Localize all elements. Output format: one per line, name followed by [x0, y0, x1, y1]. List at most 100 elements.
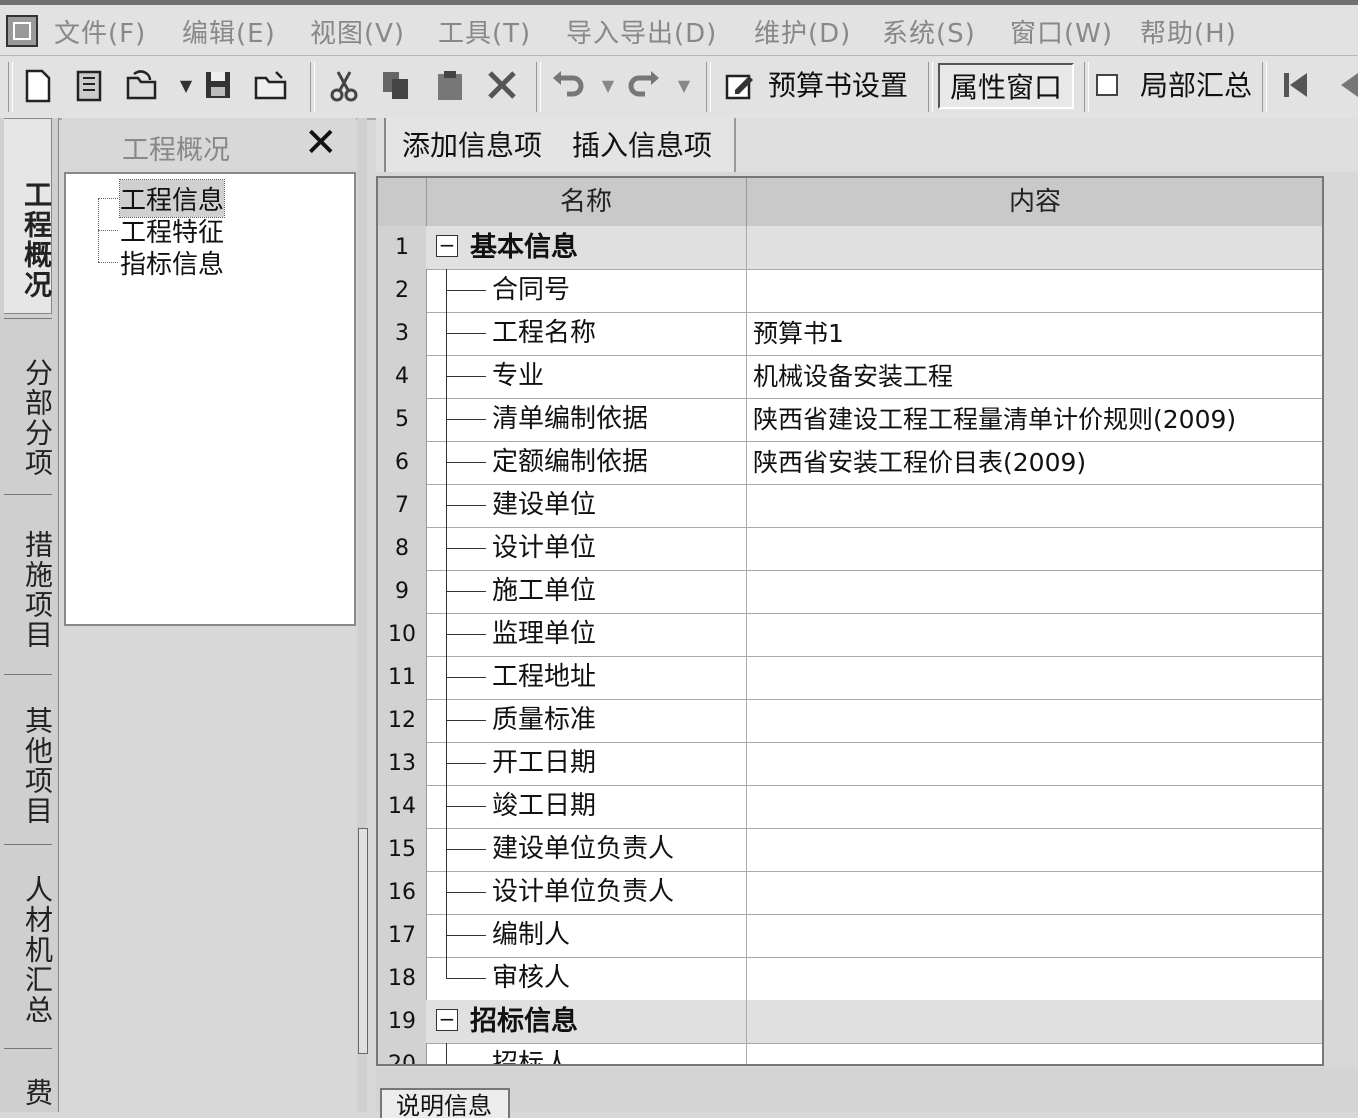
menu-edit[interactable]: 编辑(E) [182, 13, 276, 50]
menu-system[interactable]: 系统(S) [882, 13, 976, 50]
table-row[interactable]: 12 质量标准 [378, 699, 1322, 743]
copy-doc-icon[interactable] [72, 68, 108, 104]
table-row[interactable]: 18 审核人 [378, 957, 1322, 1001]
cell-name[interactable]: 专业 [426, 355, 747, 398]
table-row[interactable]: 11 工程地址 [378, 656, 1322, 700]
tree-item-index-info[interactable]: 指标信息 [120, 244, 224, 281]
close-panel-icon[interactable]: ✕ [304, 120, 338, 166]
cell-content[interactable] [747, 656, 1322, 699]
menu-file[interactable]: 文件(F) [54, 13, 146, 50]
app-icon[interactable] [6, 15, 38, 47]
row-number[interactable]: 13 [378, 742, 427, 785]
row-number[interactable]: 8 [378, 527, 427, 570]
column-header-name[interactable]: 名称 [426, 178, 747, 226]
collapse-toggle-icon[interactable]: − [436, 235, 458, 257]
row-number[interactable]: 16 [378, 871, 427, 914]
table-row[interactable]: 10 监理单位 [378, 613, 1322, 657]
cell-content[interactable] [747, 269, 1322, 312]
cell-name[interactable]: 建设单位负责人 [426, 828, 747, 871]
tab-measures[interactable]: 措施项目 [4, 520, 54, 660]
cell-name[interactable]: 设计单位 [426, 527, 747, 570]
table-row[interactable]: 13 开工日期 [378, 742, 1322, 786]
tab-project-overview[interactable]: 工程概况 [4, 118, 53, 314]
cell-content[interactable] [747, 570, 1322, 613]
table-row[interactable]: 9 施工单位 [378, 570, 1322, 614]
menu-help[interactable]: 帮助(H) [1140, 13, 1237, 50]
cell-name[interactable]: 审核人 [426, 957, 747, 1000]
cell-name[interactable]: 建设单位 [426, 484, 747, 527]
property-window-button[interactable]: 属性窗口 [938, 63, 1075, 109]
row-number[interactable]: 10 [378, 613, 427, 656]
open-file-icon[interactable] [124, 68, 160, 104]
cell-content[interactable]: 机械设备安装工程 [747, 355, 1322, 398]
menu-view[interactable]: 视图(V) [310, 13, 405, 50]
paste-icon[interactable] [432, 68, 468, 104]
cell-content[interactable] [747, 785, 1322, 828]
row-number[interactable]: 20 [378, 1043, 427, 1064]
previous-record-icon[interactable] [1330, 68, 1358, 104]
cell-name[interactable]: 工程名称 [426, 312, 747, 355]
row-number[interactable]: 2 [378, 269, 427, 312]
cell-name[interactable]: 竣工日期 [426, 785, 747, 828]
table-row[interactable]: 15 建设单位负责人 [378, 828, 1322, 872]
row-number[interactable]: 1 [378, 226, 427, 269]
open-folder-icon[interactable] [252, 68, 288, 104]
group-row[interactable]: 1− 基本信息 [378, 226, 1322, 270]
menu-maintenance[interactable]: 维护(D) [754, 13, 851, 50]
redo-icon[interactable] [626, 68, 662, 104]
table-row[interactable]: 5 清单编制依据 陕西省建设工程工程量清单计价规则(2009) [378, 398, 1322, 442]
cell-content[interactable] [747, 871, 1322, 914]
cell-name[interactable]: 质量标准 [426, 699, 747, 742]
tab-description[interactable]: 说明信息 [380, 1088, 510, 1118]
cell-content[interactable] [747, 1000, 1322, 1043]
table-row[interactable]: 8 设计单位 [378, 527, 1322, 571]
cell-content[interactable]: 陕西省安装工程价目表(2009) [747, 441, 1322, 484]
table-row[interactable]: 2 合同号 [378, 269, 1322, 313]
table-row[interactable]: 16 设计单位负责人 [378, 871, 1322, 915]
row-number[interactable]: 9 [378, 570, 427, 613]
cell-name[interactable]: − 基本信息 [426, 226, 747, 269]
cell-content[interactable] [747, 699, 1322, 742]
first-record-icon[interactable] [1278, 68, 1314, 104]
undo-dropdown-arrow-icon[interactable]: ▼ [590, 68, 626, 104]
splitter-handle[interactable] [358, 828, 368, 1054]
row-number[interactable]: 7 [378, 484, 427, 527]
cell-content[interactable] [747, 226, 1322, 269]
cell-content[interactable]: 预算书1 [747, 312, 1322, 355]
tab-sub-items[interactable]: 分部分项 [4, 344, 54, 492]
cell-content[interactable] [747, 957, 1322, 1000]
table-row[interactable]: 17 编制人 [378, 914, 1322, 958]
cell-content[interactable] [747, 527, 1322, 570]
tab-labor-material-summary[interactable]: 人材机汇总 [4, 870, 54, 1030]
tab-other-items[interactable]: 其他项目 [4, 696, 54, 836]
row-number[interactable]: 14 [378, 785, 427, 828]
collapse-toggle-icon[interactable]: − [436, 1009, 458, 1031]
row-number[interactable]: 6 [378, 441, 427, 484]
cell-content[interactable] [747, 613, 1322, 656]
insert-info-item-button[interactable]: 插入信息项 [572, 124, 712, 164]
row-number[interactable]: 12 [378, 699, 427, 742]
tab-fees[interactable]: 费 [4, 1074, 52, 1112]
cell-content[interactable] [747, 828, 1322, 871]
cell-name[interactable]: 施工单位 [426, 570, 747, 613]
cell-name[interactable]: 编制人 [426, 914, 747, 957]
menu-window[interactable]: 窗口(W) [1010, 13, 1113, 50]
row-number[interactable]: 19 [378, 1000, 427, 1043]
redo-dropdown-arrow-icon[interactable]: ▼ [666, 68, 702, 104]
column-header-content[interactable]: 内容 [747, 178, 1322, 226]
row-number[interactable]: 17 [378, 914, 427, 957]
table-row[interactable]: 4 专业 机械设备安装工程 [378, 355, 1322, 399]
cell-content[interactable] [747, 1043, 1322, 1064]
delete-icon[interactable] [484, 68, 520, 104]
cell-content[interactable] [747, 742, 1322, 785]
cell-content[interactable] [747, 914, 1322, 957]
cut-icon[interactable] [326, 68, 362, 104]
cell-name[interactable]: 设计单位负责人 [426, 871, 747, 914]
cell-content[interactable]: 陕西省建设工程工程量清单计价规则(2009) [747, 398, 1322, 441]
partial-summary-checkbox[interactable] [1096, 74, 1118, 96]
cell-name[interactable]: 定额编制依据 [426, 441, 747, 484]
row-number[interactable]: 15 [378, 828, 427, 871]
cell-name[interactable]: 开工日期 [426, 742, 747, 785]
row-number[interactable]: 18 [378, 957, 427, 1000]
cell-name[interactable]: 合同号 [426, 269, 747, 312]
